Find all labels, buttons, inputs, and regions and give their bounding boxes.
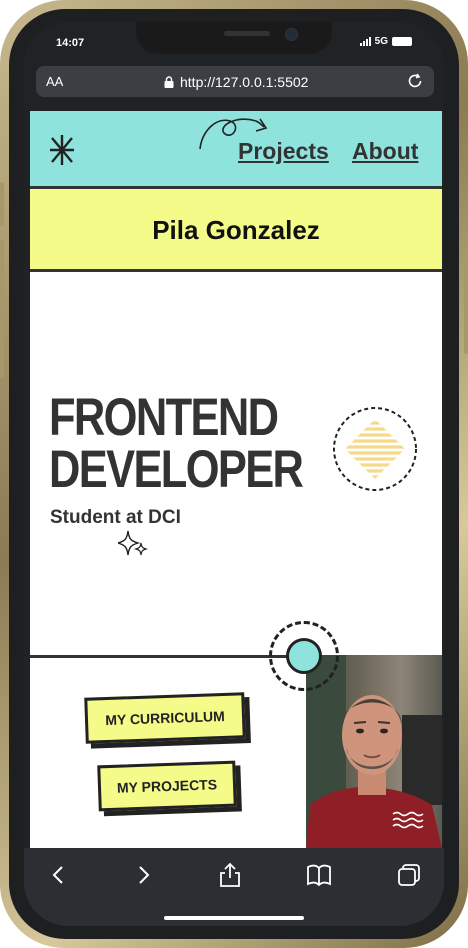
nav-link-about[interactable]: About [352,138,418,165]
lock-icon [164,76,174,88]
browser-toolbar [24,848,444,926]
site-header: Projects About [30,111,442,189]
curriculum-button[interactable]: MY CURRICULUM [84,692,246,744]
screen: 14:07 5G AA http://127.0.0.1:5502 Projec… [24,22,444,926]
curriculum-button-label: MY CURRICULUM [104,707,225,729]
battery-icon [392,37,412,46]
waves-icon [392,811,424,829]
hero-title-line: DEVELOPER [49,440,304,499]
hero-subtitle: Student at DCI [50,507,181,528]
bookmarks-icon[interactable] [306,862,332,888]
signal-icon [359,37,371,46]
section-divider [30,655,306,658]
side-button [0,182,4,226]
forward-icon[interactable] [130,862,156,888]
home-indicator[interactable] [164,916,304,920]
share-icon[interactable] [217,862,243,888]
url-field[interactable]: http://127.0.0.1:5502 [164,74,308,90]
hero-title-line: FRONTEND [49,388,279,447]
network-label: 5G [374,36,388,47]
hero-title: FRONTEND DEVELOPER [49,388,304,499]
profile-name: Pila Gonzalez [152,215,320,245]
text-size-button[interactable]: AA [46,74,63,89]
asterisk-logo-icon[interactable] [48,133,76,167]
teal-dot-decoration [286,638,322,674]
striped-diamond-icon [333,407,417,491]
projects-button-label: MY PROJECTS [116,776,218,796]
status-time: 14:07 [56,37,85,49]
web-content: Projects About Pila Gonzalez FRONTEND DE… [30,111,442,848]
nav-link-projects[interactable]: Projects [238,138,329,165]
side-button [0,316,4,378]
speaker [224,31,270,36]
tabs-icon[interactable] [396,862,422,888]
profile-photo [306,655,442,848]
side-button [464,264,468,354]
back-icon[interactable] [46,862,72,888]
camera-icon [285,28,298,41]
status-indicators: 5G [359,36,412,47]
url-text: http://127.0.0.1:5502 [180,74,309,90]
projects-button[interactable]: MY PROJECTS [97,760,237,812]
address-bar[interactable]: AA http://127.0.0.1:5502 [36,66,434,97]
name-banner: Pila Gonzalez [30,189,442,272]
side-button [0,240,4,302]
sparkle-icon [118,530,148,556]
notch [136,22,332,54]
reload-icon[interactable] [406,72,424,90]
